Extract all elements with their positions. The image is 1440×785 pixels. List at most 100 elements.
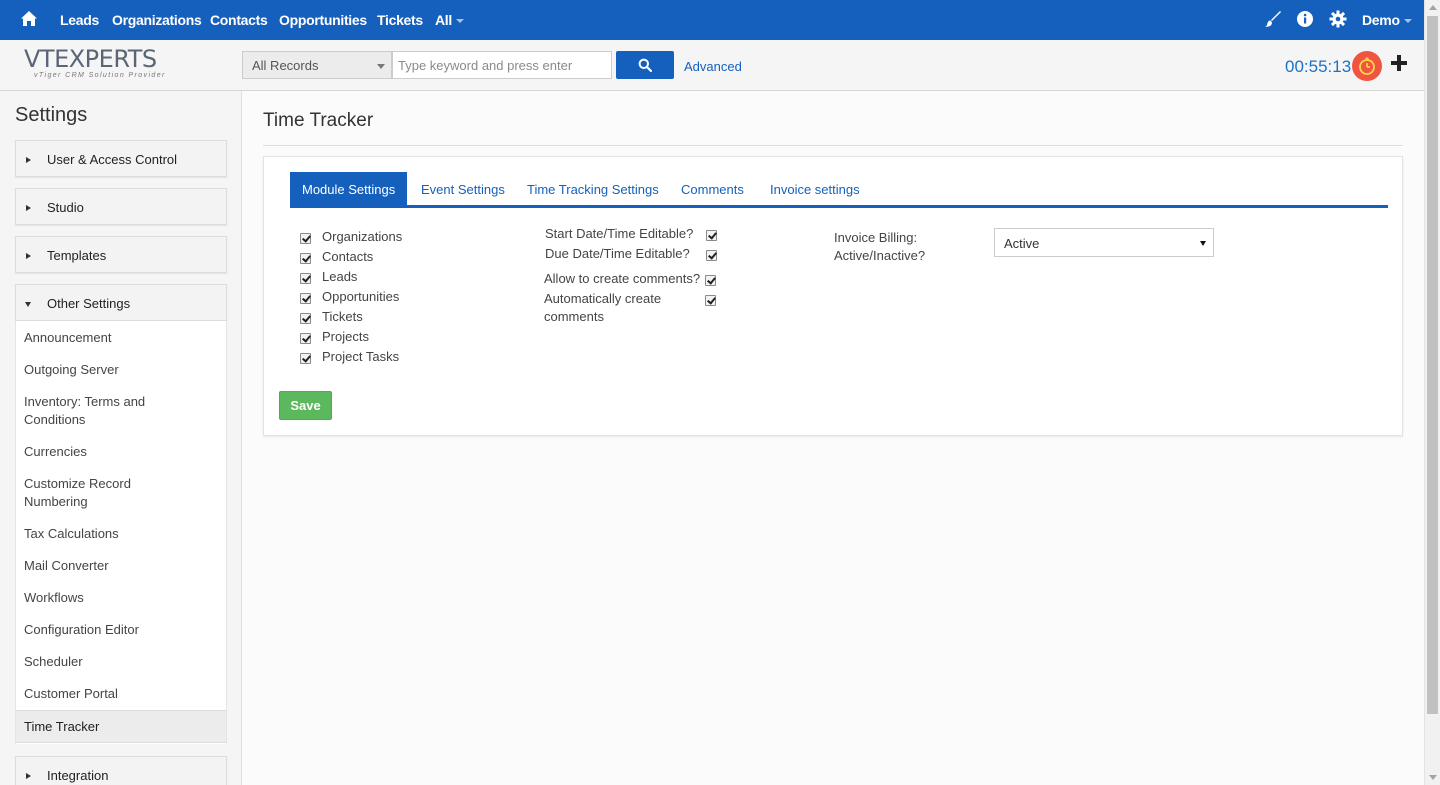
- sidebar-group-studio[interactable]: Studio: [15, 188, 227, 225]
- sidebar-item-customize-record-numbering[interactable]: Customize Record Numbering: [24, 475, 154, 511]
- sidebar-item-currencies[interactable]: Currencies: [24, 443, 214, 461]
- caret-right-icon: [26, 157, 31, 163]
- option-checkbox-allow-comments[interactable]: [705, 275, 716, 286]
- option-checkbox-due-date-editable[interactable]: [706, 250, 717, 261]
- divider: [263, 145, 1403, 146]
- module-checkbox-contacts[interactable]: [300, 253, 311, 264]
- module-label: Contacts: [322, 249, 374, 264]
- search-button[interactable]: [616, 51, 674, 79]
- stopwatch-icon[interactable]: [1352, 51, 1382, 81]
- tab-time-tracking-settings[interactable]: Time Tracking Settings: [527, 172, 659, 205]
- logo-text: VTEXPERTS: [24, 45, 157, 73]
- chevron-down-icon: [1200, 241, 1206, 246]
- module-checkbox-project-tasks[interactable]: [300, 353, 311, 364]
- plus-icon[interactable]: [1390, 54, 1408, 72]
- module-checkbox-organizations[interactable]: [300, 233, 311, 244]
- sidebar-item-outgoing-server[interactable]: Outgoing Server: [24, 361, 214, 379]
- nav-tickets[interactable]: Tickets: [377, 12, 423, 28]
- info-icon[interactable]: [1296, 10, 1314, 28]
- caret-down-icon: [25, 302, 31, 307]
- option-checkbox-auto-comments[interactable]: [705, 295, 716, 306]
- header-bar: VTEXPERTS vTiger CRM Solution Provider A…: [0, 40, 1424, 91]
- sidebar-item-announcement[interactable]: Announcement: [24, 329, 214, 347]
- scrollbar-thumb[interactable]: [1427, 16, 1438, 714]
- nav-all-menu[interactable]: All: [435, 12, 464, 28]
- sidebar-group-label: Other Settings: [47, 296, 131, 311]
- sidebar-item-configuration-editor[interactable]: Configuration Editor: [24, 621, 214, 639]
- sidebar-group-label: Templates: [47, 248, 107, 263]
- top-navbar: Leads Organizations Contacts Opportuniti…: [0, 0, 1424, 40]
- module-label: Project Tasks: [322, 349, 400, 364]
- option-checkbox-start-date-editable[interactable]: [706, 230, 717, 241]
- nav-opportunities[interactable]: Opportunities: [279, 12, 367, 28]
- module-label: Leads: [322, 269, 358, 284]
- module-label: Opportunities: [322, 289, 400, 304]
- scroll-up-icon[interactable]: [1429, 5, 1437, 10]
- other-settings-submenu: Announcement Outgoing Server Inventory: …: [15, 321, 227, 744]
- sidebar-group-templates[interactable]: Templates: [15, 236, 227, 273]
- sidebar-title: Settings: [15, 104, 88, 126]
- chevron-down-icon: [1403, 19, 1412, 24]
- user-name: Demo: [1362, 12, 1400, 28]
- tab-comments[interactable]: Comments: [681, 172, 744, 205]
- sidebar-group-user-access-control[interactable]: User & Access Control: [15, 140, 227, 177]
- chevron-down-icon: [377, 64, 385, 69]
- sidebar-item-inventory-terms[interactable]: Inventory: Terms and Conditions: [24, 393, 164, 429]
- option-label-due-date-editable: Due Date/Time Editable?: [545, 246, 690, 261]
- sidebar-group-other-settings[interactable]: Other Settings: [15, 284, 227, 321]
- logo-tagline: vTiger CRM Solution Provider: [34, 72, 166, 79]
- nav-all-label: All: [435, 12, 452, 28]
- sidebar-item-customer-portal[interactable]: Customer Portal: [24, 685, 214, 703]
- sidebar-group-integration[interactable]: Integration: [15, 756, 227, 785]
- module-checkbox-tickets[interactable]: [300, 313, 311, 324]
- sidebar-group-label: Studio: [47, 200, 84, 215]
- page-title: Time Tracker: [263, 110, 374, 131]
- tab-event-settings[interactable]: Event Settings: [421, 172, 505, 205]
- sidebar-item-tax-calculations[interactable]: Tax Calculations: [24, 525, 214, 543]
- nav-contacts[interactable]: Contacts: [210, 12, 268, 28]
- sidebar-item-mail-converter[interactable]: Mail Converter: [24, 557, 214, 575]
- sidebar-item-workflows[interactable]: Workflows: [24, 589, 214, 607]
- module-label: Projects: [322, 329, 369, 344]
- home-icon[interactable]: [20, 10, 38, 28]
- company-logo[interactable]: VTEXPERTS vTiger CRM Solution Provider: [24, 46, 184, 86]
- caret-right-icon: [26, 773, 31, 779]
- scroll-down-icon[interactable]: [1429, 775, 1437, 780]
- gear-icon[interactable]: [1329, 10, 1347, 28]
- invoice-billing-value: Active: [1004, 236, 1040, 251]
- option-label-allow-comments: Allow to create comments?: [544, 271, 701, 286]
- invoice-billing-select[interactable]: Active: [994, 228, 1214, 257]
- advanced-search-link[interactable]: Advanced: [684, 59, 742, 74]
- caret-right-icon: [26, 253, 31, 259]
- settings-panel: Module Settings Event Settings Time Trac…: [263, 156, 1403, 436]
- search-icon: [638, 58, 652, 72]
- brush-icon[interactable]: [1264, 10, 1282, 28]
- tab-module-settings[interactable]: Module Settings: [290, 172, 408, 205]
- save-button[interactable]: Save: [279, 391, 332, 420]
- sidebar-item-time-tracker[interactable]: Time Tracker: [16, 710, 226, 743]
- caret-right-icon: [26, 205, 31, 211]
- time-tracker-timer: 00:55:13: [1285, 57, 1352, 76]
- module-checkbox-projects[interactable]: [300, 333, 311, 344]
- sidebar-group-label: User & Access Control: [47, 152, 178, 167]
- sidebar-group-label: Integration: [47, 768, 109, 783]
- main-content: Time Tracker Module Settings Event Setti…: [243, 91, 1424, 785]
- sidebar-item-scheduler[interactable]: Scheduler: [24, 653, 214, 671]
- tab-invoice-settings[interactable]: Invoice settings: [770, 172, 860, 205]
- nav-leads[interactable]: Leads: [60, 12, 99, 28]
- chevron-down-icon: [456, 19, 464, 24]
- page-scrollbar[interactable]: [1424, 0, 1440, 785]
- invoice-billing-label: Invoice Billing: Active/Inactive?: [834, 230, 926, 263]
- user-menu[interactable]: Demo: [1362, 12, 1412, 28]
- module-checkbox-opportunities[interactable]: [300, 293, 311, 304]
- option-label-start-date-editable: Start Date/Time Editable?: [545, 226, 694, 241]
- option-label-auto-comments: Automatically create comments: [544, 291, 662, 324]
- records-select[interactable]: All Records: [242, 51, 392, 79]
- settings-tabs: Module Settings Event Settings Time Trac…: [290, 172, 1388, 208]
- search-input[interactable]: [392, 51, 612, 79]
- module-label: Organizations: [322, 229, 403, 244]
- module-label: Tickets: [322, 309, 363, 324]
- settings-sidebar: Settings User & Access Control Studio Te…: [0, 91, 242, 785]
- nav-organizations[interactable]: Organizations: [112, 12, 202, 28]
- module-checkbox-leads[interactable]: [300, 273, 311, 284]
